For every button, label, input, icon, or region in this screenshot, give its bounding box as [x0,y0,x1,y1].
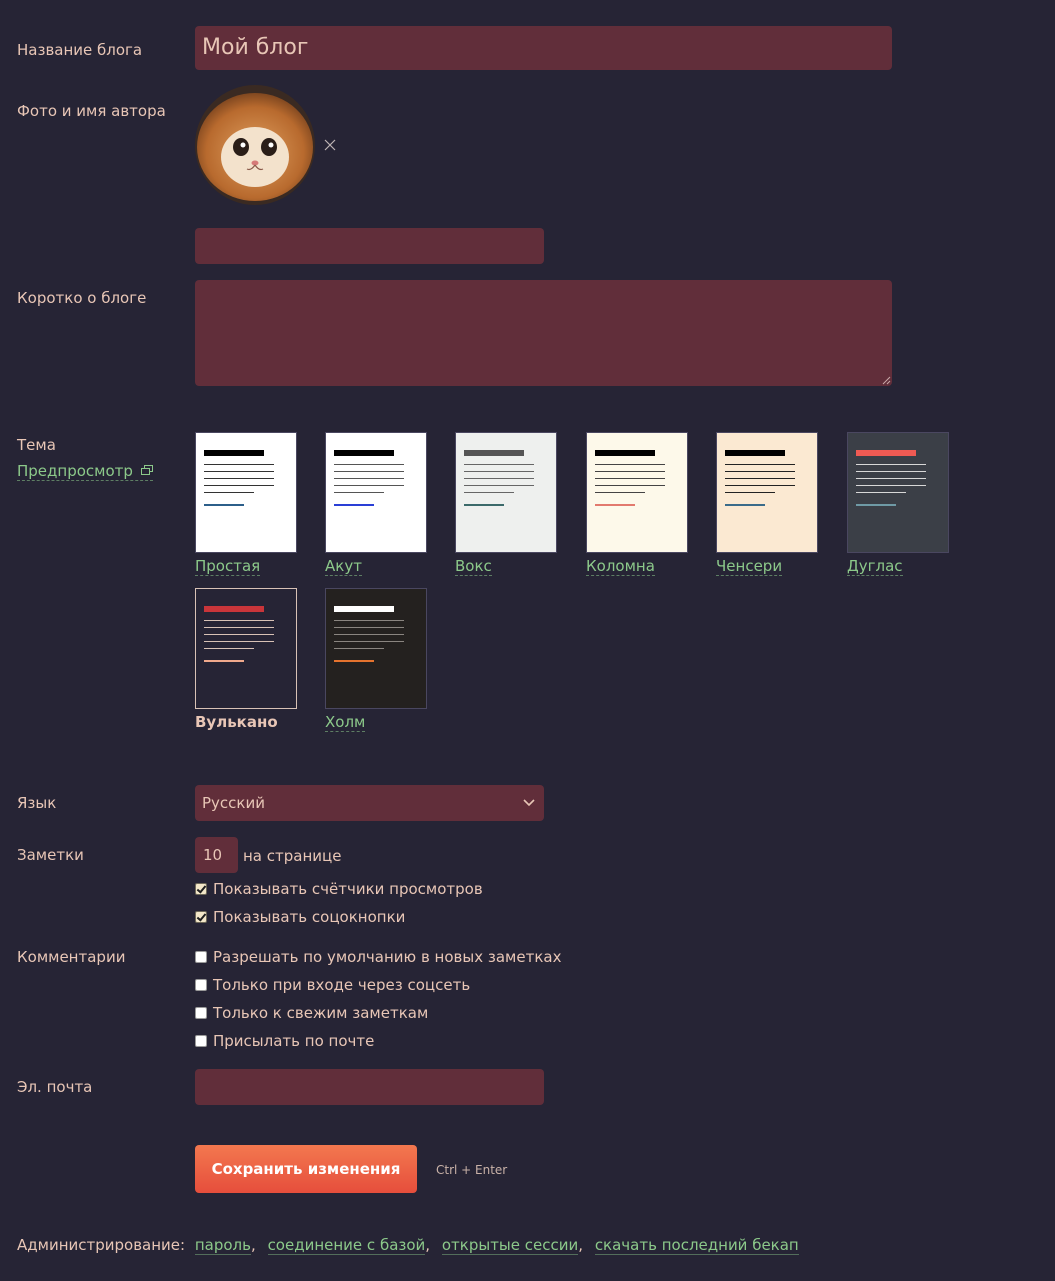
about-label: Коротко о блоге [17,289,147,307]
cat-photo-icon [195,85,315,205]
admin-link-database[interactable]: соединение с базой [267,1236,426,1255]
theme-chenseri[interactable]: Ченсери [716,432,818,576]
theme-holm[interactable]: Холм [325,588,427,732]
checkbox-label: Только при входе через соцсеть [213,976,471,994]
chevron-down-icon [523,799,535,807]
option-show-social-buttons[interactable]: Показывать соцокнопки [195,908,405,926]
author-avatar[interactable] [195,85,315,205]
email-label: Эл. почта [17,1078,93,1096]
theme-name[interactable]: Дуглас [847,557,903,576]
checkbox[interactable] [195,1035,207,1047]
blog-title-input[interactable]: Мой блог [195,26,892,70]
checkbox-label: Разрешать по умолчанию в новых заметках [213,948,562,966]
option-comments-fresh-only[interactable]: Только к свежим заметкам [195,1004,428,1022]
option-comments-social-only[interactable]: Только при входе через соцсеть [195,976,470,994]
checkbox[interactable] [195,951,207,963]
theme-name[interactable]: Простая [195,557,261,576]
author-name-input[interactable] [195,228,544,264]
notes-label: Заметки [17,846,84,864]
option-show-view-counters[interactable]: Показывать счётчики просмотров [195,880,483,898]
checkbox[interactable] [195,979,207,991]
blog-title-label: Название блога [17,41,143,59]
admin-links: Администрирование: пароль, соединение с … [17,1236,799,1255]
preview-link[interactable]: Предпросмотр [17,462,153,481]
theme-duglas[interactable]: Дуглас [847,432,949,576]
theme-label: Тема [17,436,56,454]
save-button[interactable]: Сохранить изменения [195,1145,417,1193]
theme-thumb[interactable] [716,432,818,553]
theme-prostaya[interactable]: Простая [195,432,297,576]
email-input[interactable] [195,1069,544,1105]
theme-thumb[interactable] [586,432,688,553]
resize-grip-icon[interactable] [882,376,891,385]
theme-vulkano[interactable]: Вулькано [195,588,297,731]
option-allow-comments-default[interactable]: Разрешать по умолчанию в новых заметках [195,948,561,966]
notes-per-page-suffix: на странице [243,847,342,865]
language-select-value: Русский [202,794,265,812]
theme-thumb[interactable] [325,432,427,553]
remove-avatar-icon[interactable] [322,137,338,153]
theme-name[interactable]: Вулькано [195,713,278,731]
checkbox[interactable] [195,883,207,895]
option-comments-by-email[interactable]: Присылать по почте [195,1032,374,1050]
language-select[interactable]: Русский [195,785,544,821]
checkbox[interactable] [195,911,207,923]
admin-link-sessions[interactable]: открытые сессии [441,1236,579,1255]
admin-link-backup[interactable]: скачать последний бекап [594,1236,799,1255]
language-label: Язык [17,794,57,812]
admin-link-password[interactable]: пароль [194,1236,251,1255]
theme-thumb[interactable] [325,588,427,709]
preview-link-text: Предпросмотр [17,462,133,480]
comments-label: Комментарии [17,948,126,966]
checkbox[interactable] [195,1007,207,1019]
theme-akut[interactable]: Акут [325,432,427,576]
checkbox-label: Только к свежим заметкам [213,1004,429,1022]
theme-thumb[interactable] [847,432,949,553]
checkbox-label: Присылать по почте [213,1032,375,1050]
theme-thumb[interactable] [455,432,557,553]
admin-label: Администрирование: [17,1236,186,1254]
theme-name[interactable]: Вокс [455,557,492,576]
new-window-icon [140,465,153,475]
theme-voks[interactable]: Вокс [455,432,557,576]
theme-thumb[interactable] [195,588,297,709]
about-textarea[interactable] [195,280,892,386]
save-shortcut-hint: Ctrl + Enter [436,1163,508,1177]
checkbox-label: Показывать счётчики просмотров [213,880,483,898]
theme-thumb[interactable] [195,432,297,553]
notes-per-page-input[interactable]: 10 [195,837,238,873]
theme-name[interactable]: Коломна [586,557,655,576]
theme-name[interactable]: Акут [325,557,362,576]
theme-name[interactable]: Ченсери [716,557,783,576]
theme-kolomna[interactable]: Коломна [586,432,688,576]
author-label: Фото и имя автора [17,102,166,120]
checkbox-label: Показывать соцокнопки [213,908,406,926]
theme-name[interactable]: Холм [325,713,366,732]
